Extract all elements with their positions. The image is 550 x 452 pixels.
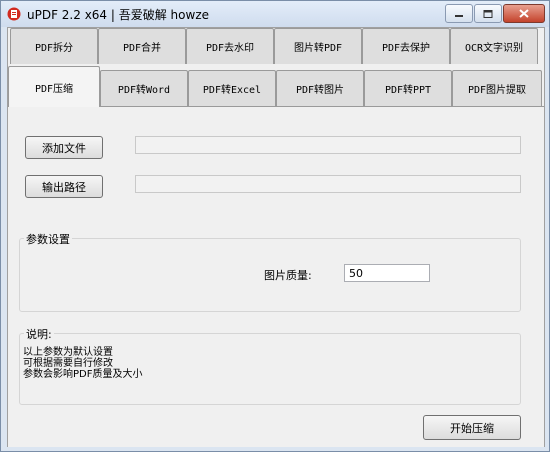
tab-label: PDF图片提取 (467, 85, 527, 96)
tab-label: PDF去水印 (205, 43, 255, 54)
start-compress-button[interactable]: 开始压缩 (423, 415, 521, 440)
tab-ocr[interactable]: OCR文字识别 (450, 28, 538, 64)
tab-pdf-extract-images[interactable]: PDF图片提取 (452, 70, 542, 106)
output-path-button[interactable]: 输出路径 (25, 175, 103, 198)
tab-label: PDF去保护 (381, 43, 431, 54)
tab-pdf-unprotect[interactable]: PDF去保护 (362, 28, 450, 64)
client-area: PDF拆分 PDF合并 PDF去水印 图片转PDF PDF去保护 OCR文字识别… (7, 27, 545, 447)
tab-label: PDF转Word (117, 85, 171, 96)
tab-pdf-compress[interactable]: PDF压缩 (8, 66, 100, 107)
tab-label: PDF转Excel (202, 85, 262, 96)
params-group-label: 参数设置 (24, 231, 72, 247)
quality-input[interactable]: 50 (344, 264, 430, 282)
notes-text: 以上参数为默认设置 可根据需要自行修改 参数会影响PDF质量及大小 (23, 347, 142, 380)
tab-label: PDF合并 (122, 43, 162, 54)
tab-label: PDF转PPT (384, 85, 432, 96)
maximize-icon (483, 9, 493, 18)
button-label: 添加文件 (42, 141, 86, 155)
tab-label: 图片转PDF (293, 43, 343, 54)
add-file-button[interactable]: 添加文件 (25, 136, 103, 159)
tab-pdf-merge[interactable]: PDF合并 (98, 28, 186, 64)
compress-panel: 添加文件 输出路径 参数设置 图片质量: 50 说明: 以上参数为默认设置 可根… (8, 106, 544, 447)
button-label: 输出路径 (42, 180, 86, 194)
minimize-icon (455, 14, 463, 17)
button-label: 开始压缩 (450, 421, 494, 435)
output-path-field[interactable] (135, 175, 521, 193)
note-line: 可根据需要自行修改 (23, 358, 113, 369)
maximize-button[interactable] (474, 4, 502, 23)
window-title: uPDF 2.2 x64 | 吾爱破解 howze (27, 8, 209, 22)
quality-label: 图片质量: (264, 269, 312, 282)
tab-label: PDF压缩 (34, 83, 74, 95)
file-path-field[interactable] (135, 136, 521, 154)
close-icon (519, 9, 529, 18)
close-button[interactable] (503, 4, 545, 23)
tab-pdf-split[interactable]: PDF拆分 (10, 28, 98, 64)
title-bar[interactable]: uPDF 2.2 x64 | 吾爱破解 howze (1, 1, 549, 27)
tab-pdf-to-excel[interactable]: PDF转Excel (188, 70, 276, 106)
tab-pdf-to-word[interactable]: PDF转Word (100, 70, 188, 106)
app-icon (7, 7, 21, 21)
tab-pdf-to-ppt[interactable]: PDF转PPT (364, 70, 452, 106)
tab-pdf-to-image[interactable]: PDF转图片 (276, 70, 364, 106)
tab-label: PDF拆分 (34, 43, 74, 54)
app-window: uPDF 2.2 x64 | 吾爱破解 howze PDF拆分 PDF合并 PD… (0, 0, 550, 452)
tab-label: PDF转图片 (295, 85, 345, 96)
note-line: 以上参数为默认设置 (23, 347, 113, 358)
notes-label: 说明: (24, 326, 54, 342)
tab-image-to-pdf[interactable]: 图片转PDF (274, 28, 362, 64)
tab-label: OCR文字识别 (464, 43, 524, 54)
quality-value: 50 (349, 267, 363, 280)
minimize-button[interactable] (445, 4, 473, 23)
tab-pdf-remove-watermark[interactable]: PDF去水印 (186, 28, 274, 64)
note-line: 参数会影响PDF质量及大小 (23, 369, 143, 380)
